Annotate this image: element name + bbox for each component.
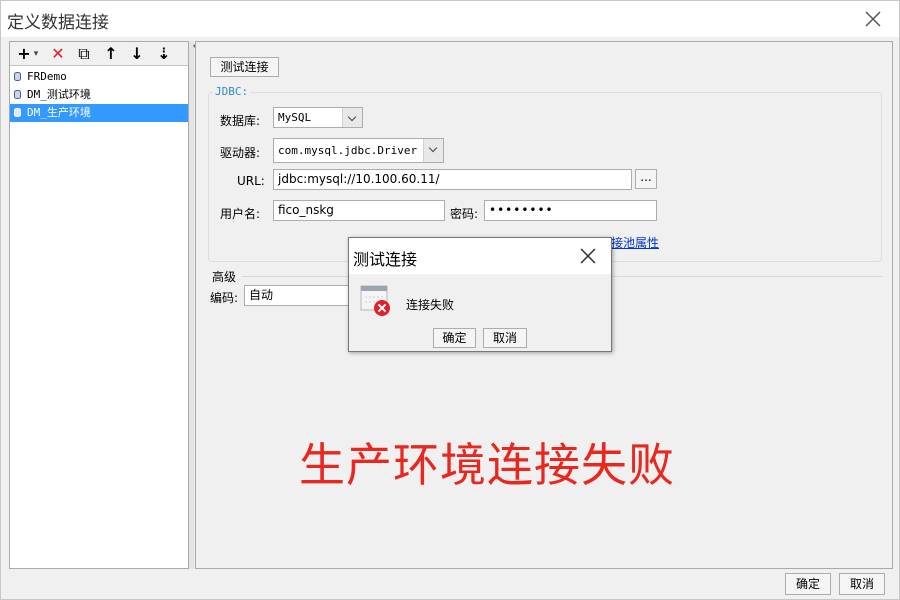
tree-item-label: FRDemo xyxy=(27,70,67,83)
driver-select-value: com.mysql.jdbc.Driver xyxy=(278,144,418,157)
database-select-value: MySQL xyxy=(278,111,312,124)
annotation-text: 生产环境连接失败 xyxy=(299,438,675,492)
encoding-select[interactable]: 自动 xyxy=(244,285,354,306)
tree-item-dm-prod[interactable]: DM_生产环境 xyxy=(10,104,188,122)
dialog-cancel-button[interactable]: 取消 xyxy=(483,328,527,348)
tree-item-label: DM_生产环境 xyxy=(27,106,91,119)
add-connection-button[interactable]: + xyxy=(16,44,32,64)
database-icon xyxy=(14,108,21,117)
database-select[interactable]: MySQL xyxy=(273,107,363,128)
chevron-down-icon[interactable] xyxy=(423,139,443,162)
dialog-title: 测试连接 xyxy=(353,250,418,269)
panel-collapse-handle[interactable] xyxy=(189,41,196,569)
jdbc-legend: JDBC: xyxy=(213,85,251,98)
url-label: URL: xyxy=(237,174,265,188)
tree-item-dm-test[interactable]: DM_测试环境 xyxy=(10,86,188,104)
password-label: 密码: xyxy=(450,207,479,221)
username-label: 用户名: xyxy=(220,207,261,221)
dialog-message: 连接失败 xyxy=(406,298,455,312)
window-close-icon[interactable] xyxy=(863,9,883,29)
dialog-close-icon[interactable] xyxy=(579,247,597,265)
data-connection-window: 定义数据连接 + ▾ ✕ ⧉ ↑ ↓ ⇣ FRDemo DM_测试环境 DM_生… xyxy=(0,0,900,600)
url-input[interactable]: jdbc:mysql://10.100.60.11/ xyxy=(273,169,632,190)
add-dropdown-chevron-icon[interactable]: ▾ xyxy=(31,44,41,64)
tree-item-label: DM_测试环境 xyxy=(27,88,91,101)
window-titlebar: 定义数据连接 xyxy=(1,1,899,37)
ok-button[interactable]: 确定 xyxy=(785,573,831,595)
window-title: 定义数据连接 xyxy=(7,13,109,33)
chevron-down-icon[interactable] xyxy=(342,108,362,127)
username-input[interactable]: fico_nskg xyxy=(273,200,445,221)
move-down-button[interactable]: ↓ xyxy=(129,44,145,64)
move-up-button[interactable]: ↑ xyxy=(103,44,119,64)
tree-item-frdemo[interactable]: FRDemo xyxy=(10,68,188,86)
copy-connection-button[interactable]: ⧉ xyxy=(75,44,93,64)
encoding-label: 编码: xyxy=(210,291,239,305)
advanced-section-label: 高级 xyxy=(212,270,237,284)
delete-connection-button[interactable]: ✕ xyxy=(50,44,66,64)
driver-label: 驱动器: xyxy=(220,146,261,160)
driver-select[interactable]: com.mysql.jdbc.Driver xyxy=(273,138,444,163)
password-input[interactable]: •••••••• xyxy=(484,200,657,221)
sort-button[interactable]: ⇣ xyxy=(154,44,174,64)
cancel-button[interactable]: 取消 xyxy=(839,573,885,595)
connection-list-panel: + ▾ ✕ ⧉ ↑ ↓ ⇣ FRDemo DM_测试环境 DM_生产环境 xyxy=(9,41,189,569)
connection-tree: FRDemo DM_测试环境 DM_生产环境 xyxy=(10,68,188,122)
test-connection-dialog: 测试连接 连接失败 确定 取消 xyxy=(348,237,612,352)
database-icon xyxy=(14,90,21,99)
database-icon xyxy=(14,72,21,81)
dialog-titlebar: 测试连接 xyxy=(349,238,611,274)
url-browse-button[interactable]: ... xyxy=(635,169,657,189)
dialog-ok-button[interactable]: 确定 xyxy=(433,328,476,348)
error-icon xyxy=(360,285,392,317)
database-label: 数据库: xyxy=(220,114,261,128)
connection-toolbar: + ▾ ✕ ⧉ ↑ ↓ ⇣ xyxy=(10,42,188,66)
test-connection-button[interactable]: 测试连接 xyxy=(210,57,279,77)
